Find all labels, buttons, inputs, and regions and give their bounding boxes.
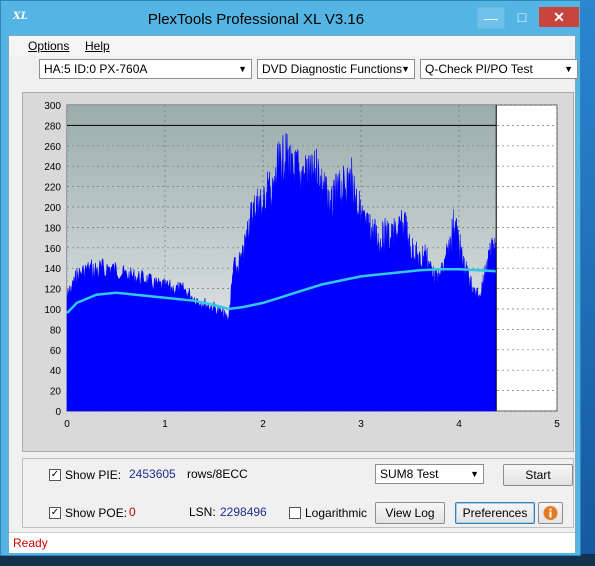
y-tick-label: 260 [44, 142, 61, 153]
y-tick-label: 140 [44, 264, 61, 275]
y-tick-label: 300 [44, 101, 61, 112]
lsn-label: LSN: [189, 505, 216, 519]
chevron-down-icon: ▼ [564, 64, 573, 74]
logarithmic-checkbox[interactable] [289, 507, 301, 519]
y-tick-label: 280 [44, 121, 61, 132]
menu-bar: Options Help [9, 36, 575, 56]
window-title: PlexTools Professional XL V3.16 [147, 11, 365, 28]
y-tick-label: 220 [44, 183, 61, 194]
menu-help[interactable]: Help [85, 39, 110, 53]
y-tick-label: 0 [55, 407, 61, 418]
preferences-button[interactable]: Preferences [455, 502, 535, 524]
pie-unit: rows/8ECC [187, 467, 248, 481]
menu-options-label: Options [28, 39, 70, 53]
drive-select-value: HA:5 ID:0 PX-760A [44, 62, 148, 76]
app-window: XL PlexTools Professional XL V3.16 — □ ✕… [0, 0, 581, 556]
info-icon [543, 506, 558, 520]
x-tick-label: 4 [456, 419, 462, 430]
desktop-background [580, 0, 595, 566]
x-tick-label: 2 [260, 419, 266, 430]
y-tick-label: 240 [44, 162, 61, 173]
start-button[interactable]: Start [503, 464, 573, 486]
y-tick-label: 80 [50, 325, 62, 336]
chevron-down-icon: ▼ [238, 64, 247, 74]
function-select-value: DVD Diagnostic Functions [262, 62, 403, 76]
lsn-value: 2298496 [220, 505, 267, 519]
chart-panel: 0 20 40 60 80 100 120 140 160 180 200 220 240 260 280 3… [22, 92, 574, 452]
minimize-button[interactable]: — [477, 7, 505, 29]
drive-select[interactable]: HA:5 ID:0 PX-760A ▼ [39, 59, 252, 79]
pie-chart: 0204060801001201401601802002202402602803… [44, 101, 560, 430]
y-tick-label: 120 [44, 285, 61, 296]
pie-value: 2453605 [129, 467, 176, 481]
status-text: Ready [13, 536, 48, 550]
show-poe-checkbox[interactable]: ✓ [49, 507, 61, 519]
client-area: Options Help HA:5 ID:0 PX-760A ▼ DVD Dia… [8, 35, 578, 553]
chevron-down-icon: ▼ [470, 469, 479, 479]
y-tick-label: 40 [50, 366, 62, 377]
status-bar: Ready [9, 532, 575, 553]
y-tick-label: 180 [44, 223, 61, 234]
y-tick-label: 100 [44, 305, 61, 316]
controls-panel: ✓ Show PIE: 2453605 rows/8ECC SUM8 Test … [22, 458, 574, 528]
show-poe-label: Show POE: [65, 506, 128, 520]
y-tick-label: 160 [44, 244, 61, 255]
info-button[interactable] [538, 502, 563, 524]
menu-help-label: Help [85, 39, 110, 53]
view-log-button[interactable]: View Log [375, 502, 445, 524]
function-select[interactable]: DVD Diagnostic Functions ▼ [257, 59, 415, 79]
x-tick-label: 0 [64, 419, 70, 430]
x-tick-label: 5 [554, 419, 560, 430]
test-select-value: Q-Check PI/PO Test [425, 62, 533, 76]
poe-value: 0 [129, 505, 136, 519]
chevron-down-icon: ▼ [401, 64, 410, 74]
maximize-button[interactable]: □ [509, 7, 535, 27]
x-tick-label: 3 [358, 419, 364, 430]
sum8-select-value: SUM8 Test [380, 467, 439, 481]
menu-options[interactable]: Options [28, 39, 69, 53]
show-pie-checkbox[interactable]: ✓ [49, 469, 61, 481]
test-select[interactable]: Q-Check PI/PO Test ▼ [420, 59, 578, 79]
logarithmic-label: Logarithmic [305, 506, 368, 520]
close-button[interactable]: ✕ [539, 7, 579, 27]
y-tick-label: 200 [44, 203, 61, 214]
y-tick-label: 60 [50, 346, 62, 357]
y-tick-label: 20 [50, 387, 62, 398]
x-tick-label: 1 [162, 419, 168, 430]
show-pie-label: Show PIE: [65, 468, 122, 482]
title-bar[interactable]: XL PlexTools Professional XL V3.16 — □ ✕ [1, 1, 580, 35]
sum8-select[interactable]: SUM8 Test ▼ [375, 464, 484, 484]
